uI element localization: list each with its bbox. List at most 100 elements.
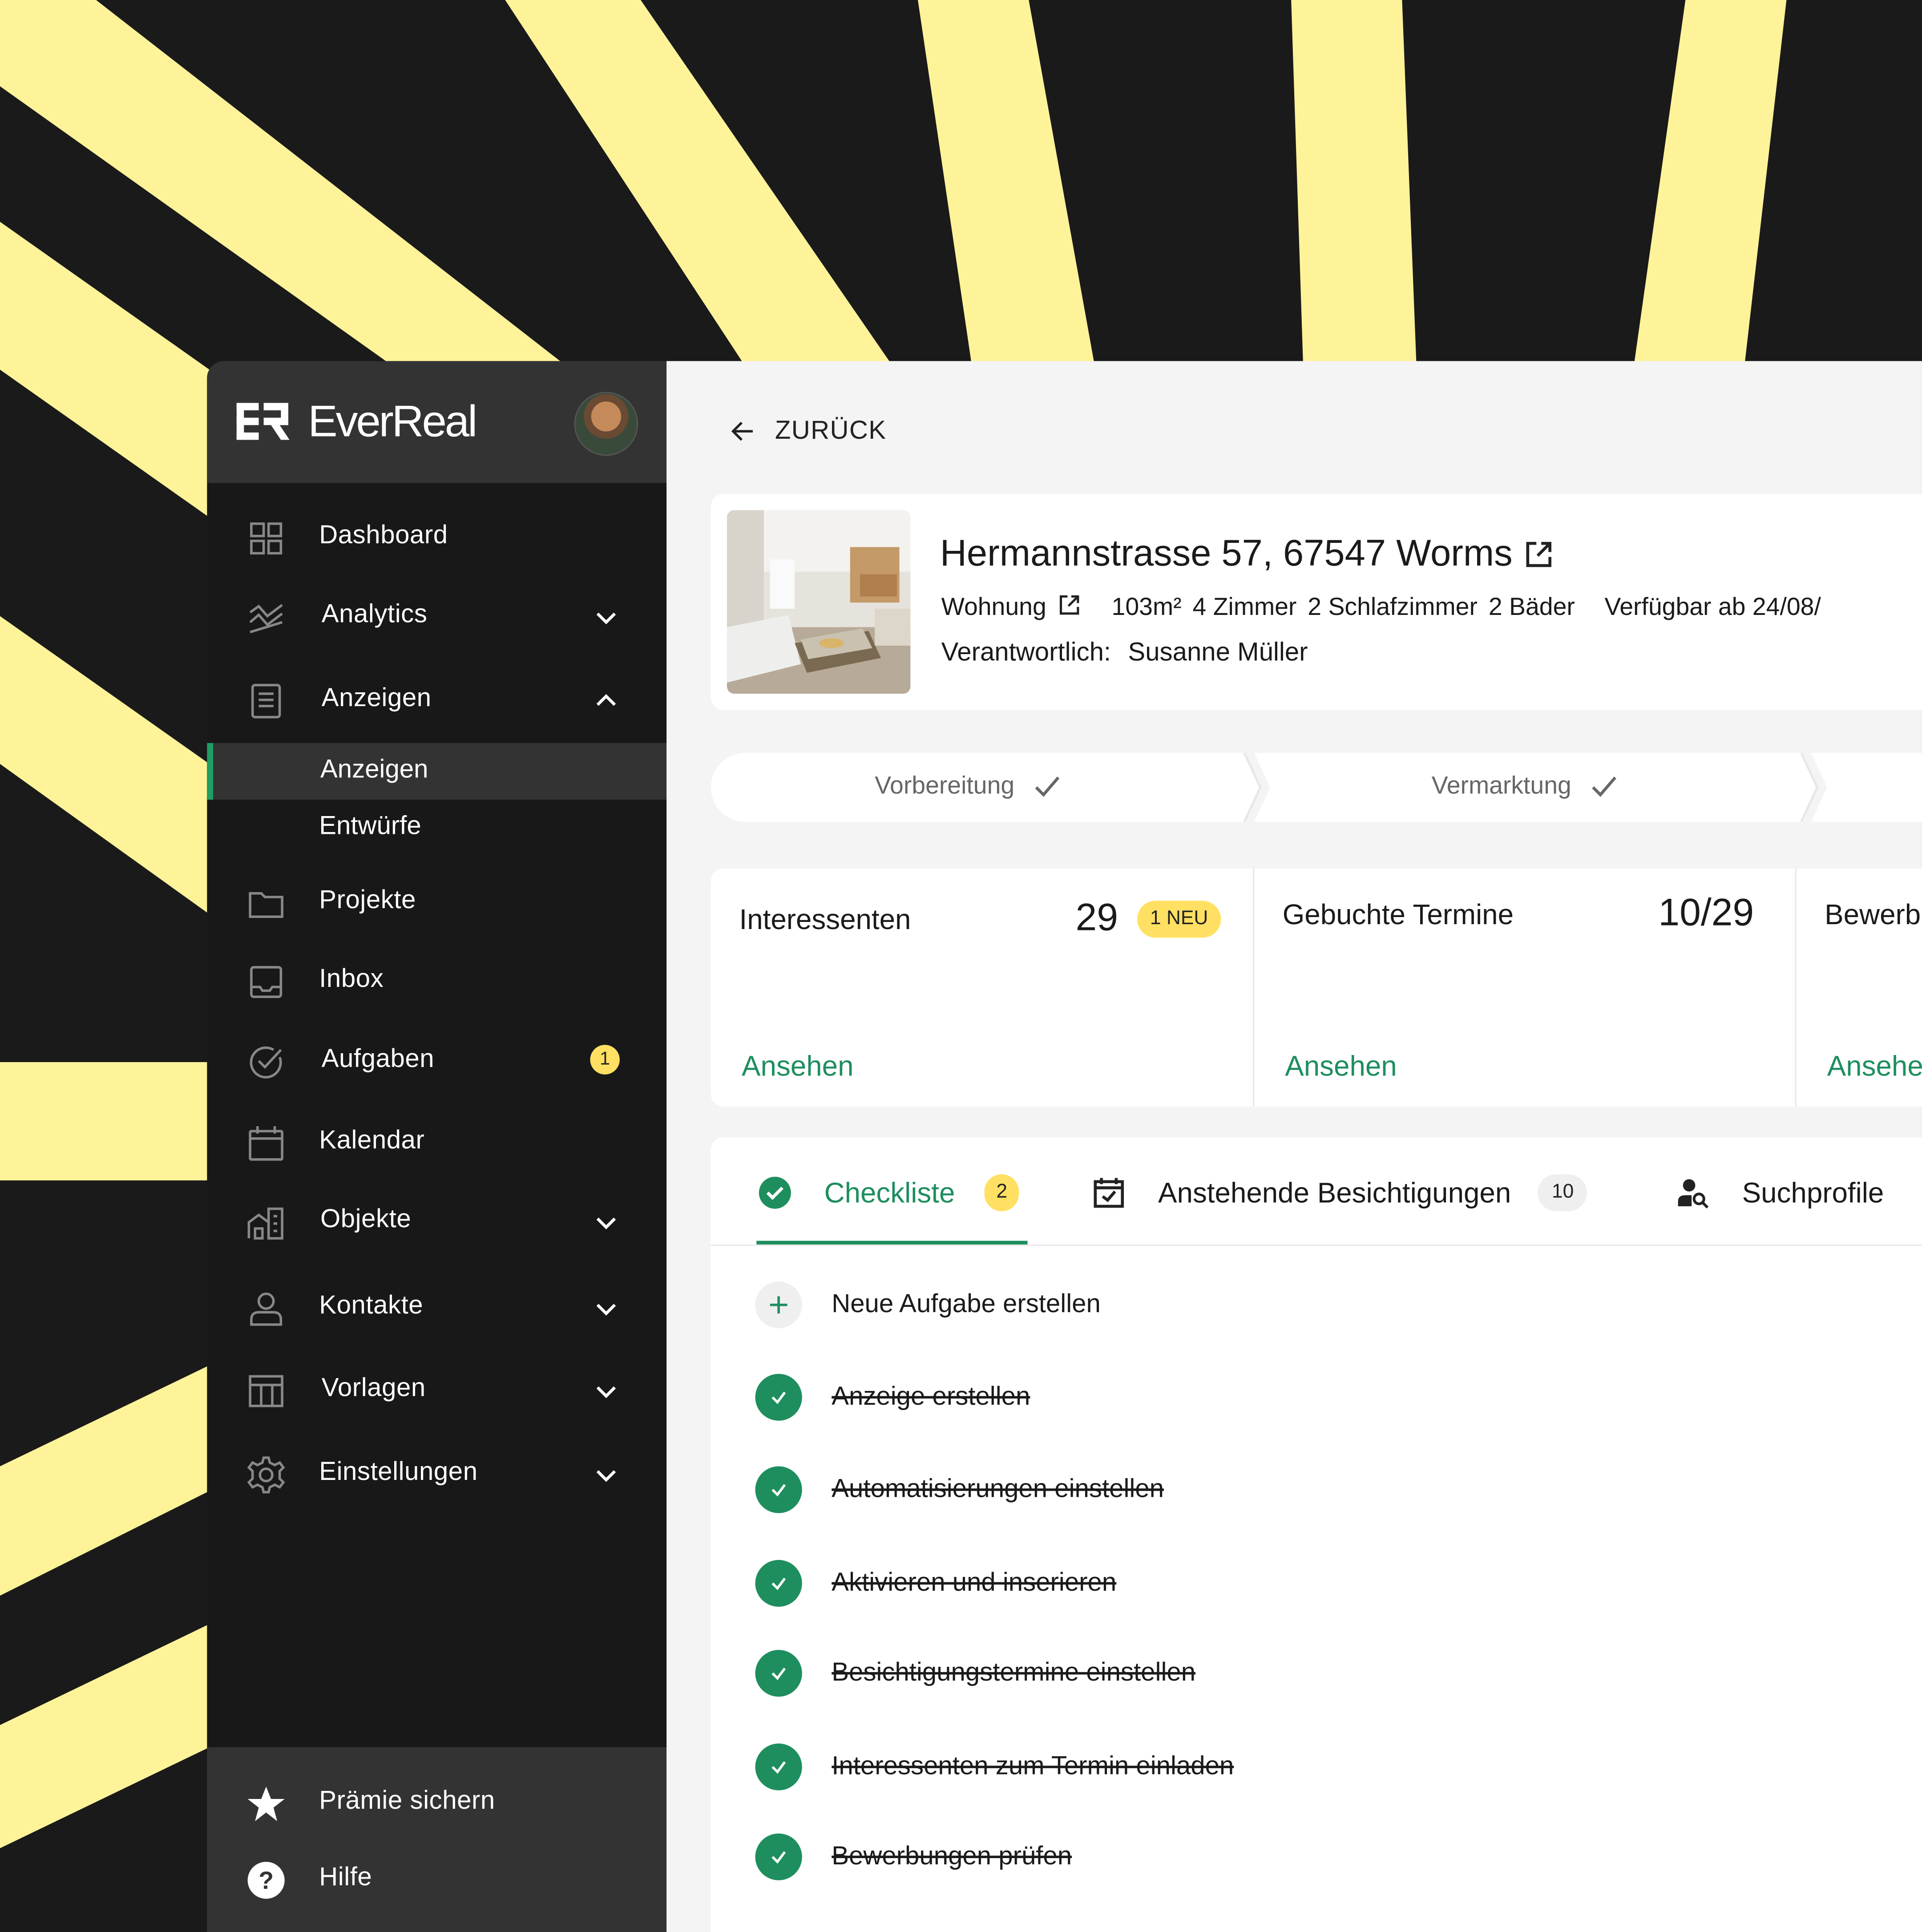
svg-text:?: ? <box>258 1867 274 1894</box>
tab-suchprofile[interactable]: Suchprofile <box>1676 1162 1884 1223</box>
tab-checkliste[interactable]: Checkliste 2 <box>758 1162 1019 1223</box>
check-icon <box>1035 776 1060 797</box>
sidebar-item-label: Aufgaben <box>321 1045 435 1073</box>
dashboard-icon <box>250 522 283 555</box>
responsible-label: Verantwortlich: <box>941 638 1111 667</box>
stat-view-link[interactable]: Ansehen <box>742 1050 853 1083</box>
plus-icon <box>755 1281 802 1329</box>
folder-icon <box>249 892 283 918</box>
new-badge: 1 NEU <box>1137 901 1221 938</box>
task-item[interactable]: Aktivieren und inserieren <box>755 1559 1117 1608</box>
chevron-up-icon[interactable] <box>591 686 621 715</box>
screen: EverReal Dashboard Analytics Anzeigen An… <box>0 0 1922 1932</box>
sidebar-item-hilfe[interactable]: ? Hilfe <box>207 1843 666 1912</box>
chevron-down-icon[interactable] <box>591 1376 621 1406</box>
task-item[interactable]: Interessenten zum Termin einladen <box>755 1742 1234 1792</box>
sidebar-item-label: Vorlagen <box>321 1374 426 1403</box>
stat-title: Interessenten <box>739 903 911 935</box>
sidebar-subitem-entwuerfe[interactable]: Entwürfe <box>207 800 666 856</box>
property-card: Hermannstrasse 57, 67547 Worms Wohnung 10… <box>711 494 1922 710</box>
sidebar-item-label: Anzeigen <box>321 683 432 712</box>
back-button[interactable]: ZURÜCK <box>728 416 887 446</box>
stat-view-link[interactable]: Ansehen <box>1285 1050 1397 1083</box>
user-avatar[interactable] <box>574 392 638 456</box>
property-area: 103m² <box>1111 594 1182 621</box>
task-done-icon[interactable] <box>755 1743 802 1791</box>
property-rooms: 4 Zimmer <box>1192 594 1297 621</box>
sidebar-item-label: Dashboard <box>319 521 448 550</box>
sidebar-item-kontakte[interactable]: Kontakte <box>207 1272 666 1341</box>
person-icon <box>250 1292 283 1326</box>
chevron-down-icon[interactable] <box>591 602 621 632</box>
task-done-icon[interactable] <box>755 1833 802 1880</box>
property-address[interactable]: Hermannstrasse 57, 67547 Worms <box>940 534 1555 575</box>
property-photo[interactable] <box>727 510 911 694</box>
progress-stepper: Vorbereitung Vermarktung <box>711 752 1922 822</box>
new-task-label: Neue Aufgabe erstellen <box>832 1290 1101 1319</box>
sidebar-item-kalendar[interactable]: Kalendar <box>207 1107 666 1176</box>
task-item[interactable]: Automatisierungen einstellen <box>755 1465 1164 1515</box>
task-item[interactable]: Besichtigungstermine einstellen <box>755 1649 1196 1698</box>
task-item[interactable]: Bewerbungen prüfen <box>755 1832 1072 1882</box>
task-check-icon <box>250 1046 282 1079</box>
check-circle-icon <box>759 1176 791 1209</box>
task-item[interactable]: Anzeige erstellen <box>755 1373 1030 1422</box>
task-label: Aktivieren und inserieren <box>832 1568 1117 1597</box>
step-label: Vermarktung <box>1431 772 1571 799</box>
sidebar-item-aufgaben[interactable]: Aufgaben 1 <box>207 1025 666 1094</box>
sidebar-item-analytics[interactable]: Analytics <box>207 580 666 649</box>
stat-view-link[interactable]: Ansehe <box>1827 1050 1922 1083</box>
task-label: Besichtigungstermine einstellen <box>832 1658 1196 1687</box>
chevron-down-icon[interactable] <box>591 1460 621 1490</box>
tab-label: Suchprofile <box>1742 1176 1884 1209</box>
everreal-logo-icon <box>236 403 290 440</box>
new-task-button[interactable]: Neue Aufgabe erstellen <box>755 1280 1101 1330</box>
sidebar-item-dashboard[interactable]: Dashboard <box>207 501 666 570</box>
task-label: Interessenten zum Termin einladen <box>832 1752 1234 1781</box>
template-icon <box>249 1375 283 1407</box>
task-label: Bewerbungen prüfen <box>832 1842 1072 1871</box>
chevron-down-icon[interactable] <box>591 1208 621 1237</box>
tab-anstehende-besichtigungen[interactable]: Anstehende Besichtigungen 10 <box>1092 1162 1587 1223</box>
stat-title: Gebuchte Termine <box>1282 898 1514 930</box>
sidebar-item-label: Kontakte <box>319 1291 424 1320</box>
sidebar-item-inbox[interactable]: Inbox <box>207 945 666 1014</box>
step-vorbereitung[interactable]: Vorbereitung <box>875 770 1064 802</box>
main-content: ZURÜCK Hermannstrasse 57, 67547 Worms Wo… <box>666 361 1922 1932</box>
step-vermarktung[interactable]: Vermarktung <box>1432 770 1621 802</box>
task-done-icon[interactable] <box>755 1649 802 1697</box>
property-responsible: Verantwortlich: Susanne Müller <box>941 638 1308 667</box>
task-done-icon[interactable] <box>755 1374 802 1421</box>
sidebar-subitem-anzeigen[interactable]: Anzeigen <box>207 743 667 800</box>
chevron-down-icon[interactable] <box>591 1294 621 1323</box>
external-link-icon[interactable] <box>1058 593 1082 617</box>
tab-divider <box>711 1244 1922 1246</box>
sidebar-item-einstellungen[interactable]: Einstellungen <box>207 1438 666 1507</box>
external-link-icon[interactable] <box>1522 538 1555 570</box>
step-label: Vorbereitung <box>875 772 1015 799</box>
sidebar-header: EverReal <box>207 361 667 483</box>
sidebar-footer: Prämie sichern ? Hilfe <box>207 1747 667 1932</box>
tab-label: Checkliste <box>824 1176 955 1209</box>
property-bedrooms: 2 Schlafzimmer <box>1308 594 1478 621</box>
property-type: Wohnung <box>941 594 1046 621</box>
back-label: ZURÜCK <box>775 416 887 445</box>
sidebar-item-anzeigen[interactable]: Anzeigen <box>207 664 666 733</box>
sidebar-item-label: Objekte <box>320 1205 412 1233</box>
app-window: EverReal Dashboard Analytics Anzeigen An… <box>207 361 1922 1932</box>
sidebar-item-projekte[interactable]: Projekte <box>207 866 666 935</box>
check-icon <box>1592 776 1617 797</box>
sidebar-item-objekte[interactable]: Objekte <box>207 1185 666 1254</box>
sidebar: EverReal Dashboard Analytics Anzeigen An… <box>207 361 667 1932</box>
analytics-icon <box>249 604 283 634</box>
calendar-icon <box>249 1126 283 1161</box>
sidebar-item-vorlagen[interactable]: Vorlagen <box>207 1354 666 1423</box>
inbox-icon <box>250 966 283 998</box>
sidebar-item-label: Hilfe <box>319 1863 372 1892</box>
sidebar-item-label: Kalendar <box>319 1126 425 1155</box>
task-done-icon[interactable] <box>755 1560 802 1607</box>
sidebar-item-praemie[interactable]: Prämie sichern <box>207 1767 666 1836</box>
stat-bewerbungen: Bewerb Ansehe <box>1796 869 1922 1106</box>
task-done-icon[interactable] <box>755 1466 802 1513</box>
building-icon <box>247 1207 283 1240</box>
